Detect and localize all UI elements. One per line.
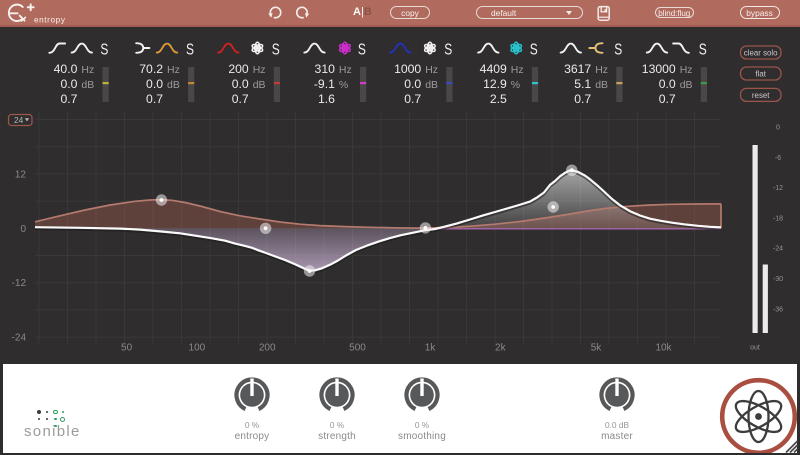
svg-text:5k: 5k bbox=[591, 343, 603, 354]
svg-text:-24: -24 bbox=[12, 333, 27, 344]
svg-text:2k: 2k bbox=[495, 343, 507, 354]
svg-text:out: out bbox=[750, 345, 760, 352]
svg-text:-12: -12 bbox=[773, 185, 783, 192]
svg-text:50: 50 bbox=[121, 343, 133, 354]
svg-text:12: 12 bbox=[15, 169, 27, 180]
svg-text:24: 24 bbox=[14, 115, 24, 125]
svg-text:-12: -12 bbox=[12, 278, 27, 289]
svg-text:100: 100 bbox=[189, 343, 206, 354]
svg-text:10k: 10k bbox=[655, 343, 672, 354]
svg-text:-30: -30 bbox=[773, 276, 783, 283]
svg-text:-24: -24 bbox=[773, 246, 783, 253]
svg-text:200: 200 bbox=[259, 343, 276, 354]
svg-text:0: 0 bbox=[20, 224, 26, 235]
svg-text:1k: 1k bbox=[425, 343, 437, 354]
svg-text:0: 0 bbox=[776, 125, 780, 132]
svg-text:-18: -18 bbox=[773, 215, 783, 222]
svg-text:-6: -6 bbox=[775, 155, 781, 162]
svg-text:-36: -36 bbox=[773, 306, 783, 313]
svg-text:500: 500 bbox=[349, 343, 366, 354]
